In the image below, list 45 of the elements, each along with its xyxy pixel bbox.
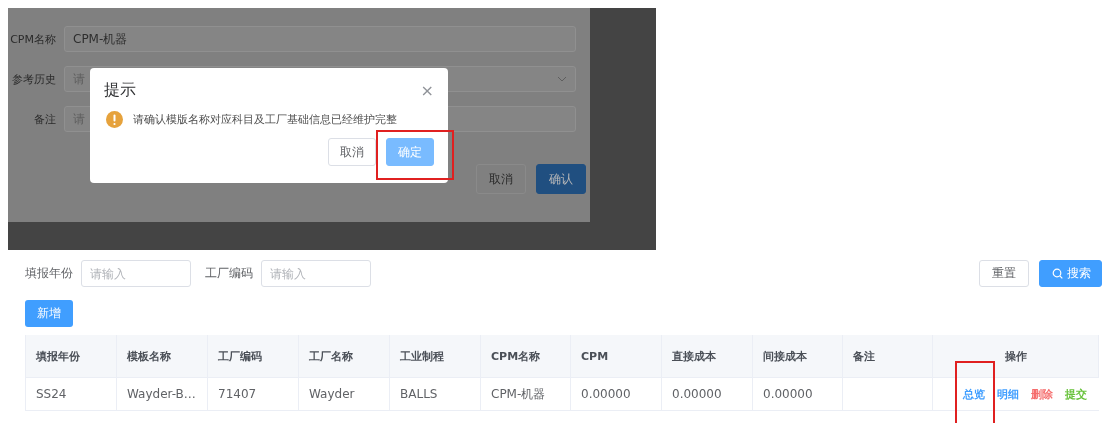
column-header: 工厂名称 <box>299 335 390 378</box>
column-header: 直接成本 <box>662 335 753 378</box>
table-cell: SS24 <box>26 378 117 411</box>
table-cell: Wayder <box>299 378 390 411</box>
input-field[interactable]: 请输入 <box>81 260 191 287</box>
close-button[interactable]: × <box>420 81 434 100</box>
search-button[interactable]: 搜索 <box>1039 260 1102 287</box>
table-cell: 71407 <box>208 378 299 411</box>
dialog-title: 提示 <box>104 80 136 101</box>
add-button[interactable]: 新增 <box>25 300 73 327</box>
table-cell: BALLS <box>390 378 481 411</box>
action-link[interactable]: 删除 <box>1031 386 1053 402</box>
field-label: CPM名称 <box>9 31 56 47</box>
field-label: 工厂编码 <box>205 265 253 282</box>
dialog-message: 请确认模版名称对应科目及工厂基础信息已经维护完整 <box>133 112 397 127</box>
search-icon <box>1052 268 1063 279</box>
table-cell: CPM-机器 <box>481 378 571 411</box>
action-link[interactable]: 明细 <box>997 386 1019 402</box>
column-header: 填报年份 <box>26 335 117 378</box>
table-cell: 0.00000 <box>753 378 843 411</box>
warning-icon <box>106 111 123 128</box>
confirm-button[interactable]: 确认 <box>536 164 586 194</box>
action-link[interactable]: 提交 <box>1065 386 1087 402</box>
field-label: 填报年份 <box>25 265 73 282</box>
column-header: 工厂编码 <box>208 335 299 378</box>
table-cell: Wayder-B… <box>117 378 208 411</box>
column-header: CPM <box>571 335 662 378</box>
column-header: CPM名称 <box>481 335 571 378</box>
reset-button[interactable]: 重置 <box>979 260 1029 287</box>
table-cell: 0.00000 <box>571 378 662 411</box>
field-label: 备注 <box>33 111 56 127</box>
column-header: 模板名称 <box>117 335 208 378</box>
cancel-button[interactable]: 取消 <box>328 138 376 166</box>
table-cell: 0.00000 <box>662 378 753 411</box>
column-header: 工业制程 <box>390 335 481 378</box>
chevron-down-icon <box>557 76 567 82</box>
input-field[interactable]: 请输入 <box>261 260 371 287</box>
field-label: 参考历史 <box>11 71 56 87</box>
input-field[interactable]: CPM-机器 <box>64 26 576 52</box>
cancel-button[interactable]: 取消 <box>476 164 526 194</box>
column-header: 备注 <box>843 335 933 378</box>
confirm-button[interactable]: 确定 <box>386 138 434 166</box>
action-link[interactable]: 总览 <box>963 386 985 402</box>
column-header: 操作 <box>933 335 1099 378</box>
column-header: 间接成本 <box>753 335 843 378</box>
